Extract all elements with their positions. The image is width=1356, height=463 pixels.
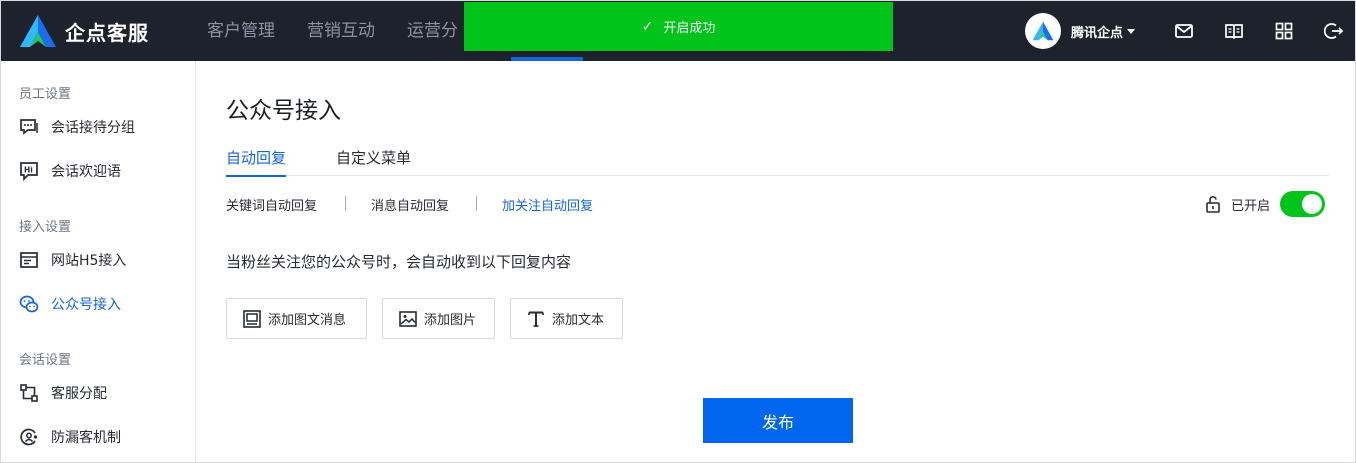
nav-active-indicator — [511, 57, 583, 61]
button-label: 添加图片 — [424, 313, 477, 328]
apps-grid-icon[interactable] — [1274, 21, 1294, 41]
divider — [345, 196, 346, 211]
nav-item-marketing[interactable]: 营销互动 — [291, 1, 391, 61]
app-window: 企点客服 客户管理 营销互动 运营分 腾讯企点 ✓ 开启成功 员工设置 会话接待… — [0, 0, 1356, 463]
chevron-down-icon — [1127, 28, 1136, 34]
sidebar-item-label: 网站H5接入 — [51, 253, 127, 269]
text-icon — [528, 311, 544, 327]
distribution-icon — [20, 384, 38, 402]
page-title: 公众号接入 — [226, 98, 341, 124]
logout-icon[interactable] — [1324, 21, 1344, 41]
toggle-knob — [1302, 194, 1323, 214]
check-icon: ✓ — [641, 18, 654, 35]
avatar — [1025, 13, 1061, 49]
publish-button[interactable]: 发布 — [703, 398, 853, 443]
main-nav: 客户管理 营销互动 运营分 — [191, 1, 474, 61]
sidebar-item-assign[interactable]: 客服分配 — [19, 381, 107, 405]
add-article-button[interactable]: 添加图文消息 — [226, 298, 367, 339]
subtab-message-reply[interactable]: 消息自动回复 — [371, 195, 449, 214]
nav-item-operations[interactable]: 运营分 — [391, 1, 474, 61]
sidebar-item-label: 公众号接入 — [51, 297, 121, 313]
sidebar-item-label: 防漏客机制 — [51, 430, 121, 446]
user-name: 腾讯企点 — [1071, 25, 1124, 41]
image-icon — [399, 310, 417, 327]
sidebar-group-staff: 员工设置 — [19, 87, 72, 102]
tab-custom-menu[interactable]: 自定义菜单 — [336, 147, 411, 176]
status-label: 已开启 — [1231, 198, 1271, 214]
brand-logo-icon — [20, 15, 56, 47]
sidebar-item-label: 会话接待分组 — [51, 120, 135, 136]
brand-logo[interactable]: 企点客服 — [19, 13, 149, 49]
tab-auto-reply[interactable]: 自动回复 — [226, 147, 287, 177]
sidebar-item-label: 客服分配 — [51, 386, 107, 402]
sidebar-item-h5[interactable]: 网站H5接入 — [19, 248, 126, 272]
add-text-button[interactable]: 添加文本 — [510, 298, 623, 339]
sidebar-item-reception-group[interactable]: 会话接待分组 — [19, 115, 135, 139]
auto-reply-toggle[interactable] — [1280, 191, 1326, 217]
wechat-icon — [19, 295, 39, 313]
add-image-button[interactable]: 添加图片 — [382, 298, 495, 339]
success-toast: ✓ 开启成功 — [464, 2, 893, 51]
avatar-logo-icon — [1032, 21, 1054, 41]
toast-message: 开启成功 — [663, 21, 716, 36]
svg-text:Hi: Hi — [24, 166, 33, 175]
subtab-keyword-reply[interactable]: 关键词自动回复 — [226, 195, 317, 214]
sidebar-group-access: 接入设置 — [19, 220, 72, 235]
reply-description: 当粉丝关注您的公众号时，会自动收到以下回复内容 — [226, 253, 572, 271]
webpage-icon — [20, 252, 38, 268]
sidebar-group-session: 会话设置 — [19, 353, 72, 368]
sidebar-item-welcome[interactable]: Hi 会话欢迎语 — [19, 159, 121, 183]
nav-item-customer[interactable]: 客户管理 — [191, 1, 291, 61]
user-menu[interactable]: 腾讯企点 — [1025, 13, 1136, 49]
button-label: 添加文本 — [552, 313, 605, 328]
sidebar-item-antileak[interactable]: 防漏客机制 — [19, 425, 121, 449]
divider — [476, 196, 477, 211]
brand-name: 企点客服 — [65, 20, 149, 45]
reply-status: 已开启 — [1204, 191, 1326, 217]
tab-bar: 自动回复 自定义菜单 — [226, 147, 1329, 177]
chat-group-icon — [20, 119, 38, 135]
book-icon[interactable] — [1224, 21, 1244, 41]
unlock-icon — [1206, 195, 1220, 213]
sidebar: 员工设置 会话接待分组 Hi 会话欢迎语 接入设置 网站H5接入 公众号接入 会… — [1, 61, 196, 462]
subtab-follow-reply[interactable]: 加关注自动回复 — [502, 195, 593, 214]
mail-icon[interactable] — [1174, 21, 1194, 41]
customer-shield-icon — [20, 428, 38, 446]
sidebar-item-official-account[interactable]: 公众号接入 — [19, 292, 121, 316]
button-label: 添加图文消息 — [268, 313, 347, 328]
hi-message-icon: Hi — [20, 162, 38, 181]
sidebar-item-label: 会话欢迎语 — [51, 164, 121, 180]
article-icon — [243, 309, 261, 328]
